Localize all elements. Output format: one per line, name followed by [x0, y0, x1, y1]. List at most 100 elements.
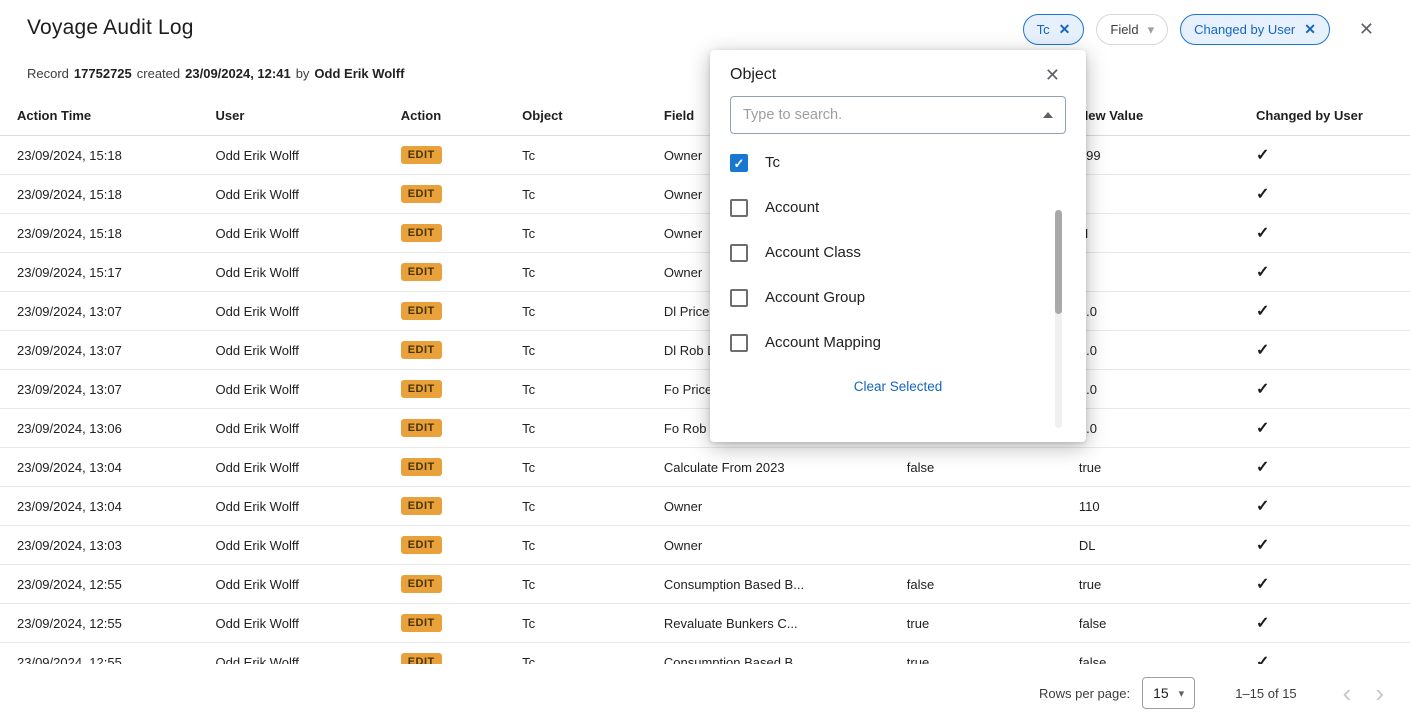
chevron-down-icon[interactable]: ▾ — [1148, 22, 1155, 38]
cell-action-time: 23/09/2024, 15:17 — [0, 253, 208, 292]
cell-new-value: 0.0 — [1071, 331, 1248, 370]
cell-action: EDIT — [393, 175, 514, 214]
cell-new-value: false — [1071, 604, 1248, 643]
table-row[interactable]: 23/09/2024, 12:55 Odd Erik Wolff EDIT Tc… — [0, 604, 1410, 643]
cell-action: EDIT — [393, 214, 514, 253]
rows-per-page-select[interactable]: 15 ▾ — [1142, 677, 1195, 709]
previous-page-button[interactable]: ‹ — [1331, 680, 1364, 706]
filter-chip[interactable]: Field ▾ — [1096, 14, 1168, 45]
cell-action-time: 23/09/2024, 15:18 — [0, 136, 208, 175]
clear-selected-button[interactable]: Clear Selected — [848, 378, 949, 395]
column-header: New Value — [1071, 97, 1248, 136]
close-icon[interactable]: ✕ — [1039, 66, 1066, 84]
checkbox-icon[interactable] — [730, 334, 748, 352]
close-icon[interactable]: ✕ — [1359, 20, 1374, 38]
checkbox-icon[interactable] — [730, 199, 748, 217]
check-icon: ✓ — [1256, 342, 1269, 359]
check-icon: ✓ — [1256, 225, 1269, 242]
close-icon[interactable]: ✕ — [1304, 21, 1316, 38]
cell-user: Odd Erik Wolff — [208, 448, 393, 487]
cell-field: Owner — [656, 487, 899, 526]
filter-chip[interactable]: Tc ✕ — [1023, 14, 1085, 45]
cell-action: EDIT — [393, 253, 514, 292]
cell-changed-by-user: ✓ — [1248, 370, 1410, 409]
search-input[interactable] — [730, 96, 1066, 134]
next-page-button[interactable]: › — [1363, 680, 1396, 706]
table-body: 23/09/2024, 15:18 Odd Erik Wolff EDIT Tc… — [0, 136, 1410, 721]
cell-user: Odd Erik Wolff — [208, 253, 393, 292]
table-row[interactable]: 23/09/2024, 13:07 Odd Erik Wolff EDIT Tc… — [0, 292, 1410, 331]
cell-action-time: 23/09/2024, 13:04 — [0, 448, 208, 487]
cell-user: Odd Erik Wolff — [208, 604, 393, 643]
filter-chip[interactable]: Changed by User ✕ — [1180, 14, 1330, 45]
cell-user: Odd Erik Wolff — [208, 565, 393, 604]
object-option[interactable]: ✓ Tc — [730, 140, 1066, 185]
table-row[interactable]: 23/09/2024, 13:03 Odd Erik Wolff EDIT Tc… — [0, 526, 1410, 565]
cell-action-time: 23/09/2024, 15:18 — [0, 175, 208, 214]
cell-new-value: H — [1071, 214, 1248, 253]
cell-changed-by-user: ✓ — [1248, 526, 1410, 565]
checkbox-icon[interactable] — [730, 244, 748, 262]
action-edit-badge: EDIT — [401, 575, 442, 593]
cell-object: Tc — [514, 136, 656, 175]
cell-action: EDIT — [393, 370, 514, 409]
table-row[interactable]: 23/09/2024, 15:17 Odd Erik Wolff EDIT Tc… — [0, 253, 1410, 292]
cell-object: Tc — [514, 214, 656, 253]
record-author: Odd Erik Wolff — [314, 66, 404, 81]
cell-action: EDIT — [393, 526, 514, 565]
cell-old-value: false — [899, 565, 1071, 604]
action-edit-badge: EDIT — [401, 497, 442, 515]
object-option-label: Tc — [765, 154, 780, 171]
checkbox-icon[interactable] — [730, 289, 748, 307]
cell-action: EDIT — [393, 409, 514, 448]
cell-object: Tc — [514, 604, 656, 643]
object-option[interactable]: Account Group — [730, 275, 1066, 320]
table-row[interactable]: 23/09/2024, 13:06 Odd Erik Wolff EDIT Tc… — [0, 409, 1410, 448]
action-edit-badge: EDIT — [401, 419, 442, 437]
action-edit-badge: EDIT — [401, 185, 442, 203]
close-icon[interactable]: ✕ — [1059, 21, 1071, 38]
cell-old-value — [899, 487, 1071, 526]
cell-action-time: 23/09/2024, 15:18 — [0, 214, 208, 253]
object-option[interactable]: Account — [730, 185, 1066, 230]
column-header: Object — [514, 97, 656, 136]
record-prefix: Record — [27, 66, 69, 81]
table-row[interactable]: 23/09/2024, 15:18 Odd Erik Wolff EDIT Tc… — [0, 136, 1410, 175]
column-header: Action — [393, 97, 514, 136]
table-row[interactable]: 23/09/2024, 12:55 Odd Erik Wolff EDIT Tc… — [0, 565, 1410, 604]
cell-object: Tc — [514, 448, 656, 487]
cell-action: EDIT — [393, 331, 514, 370]
check-icon: ✓ — [1256, 498, 1269, 515]
cell-field: Revaluate Bunkers C... — [656, 604, 899, 643]
table-row[interactable]: 23/09/2024, 13:04 Odd Erik Wolff EDIT Tc… — [0, 487, 1410, 526]
table-row[interactable]: 23/09/2024, 13:07 Odd Erik Wolff EDIT Tc… — [0, 331, 1410, 370]
cell-user: Odd Erik Wolff — [208, 214, 393, 253]
table-row[interactable]: 23/09/2024, 13:04 Odd Erik Wolff EDIT Tc… — [0, 448, 1410, 487]
cell-changed-by-user: ✓ — [1248, 175, 1410, 214]
scrollbar-thumb[interactable] — [1055, 210, 1062, 314]
check-icon: ✓ — [1256, 186, 1269, 203]
chevron-up-icon[interactable] — [1043, 112, 1053, 118]
check-icon: ✓ — [1256, 537, 1269, 554]
record-created-word: created — [137, 66, 180, 81]
chevron-down-icon: ▾ — [1179, 687, 1185, 700]
cell-user: Odd Erik Wolff — [208, 136, 393, 175]
scrollbar[interactable] — [1055, 210, 1062, 428]
filter-chip-label: Changed by User — [1194, 22, 1295, 37]
check-icon: ✓ — [1256, 303, 1269, 320]
check-icon: ✓ — [1256, 576, 1269, 593]
cell-action: EDIT — [393, 565, 514, 604]
cell-new-value: true — [1071, 565, 1248, 604]
table-row[interactable]: 23/09/2024, 13:07 Odd Erik Wolff EDIT Tc… — [0, 370, 1410, 409]
table-row[interactable]: 23/09/2024, 15:18 Odd Erik Wolff EDIT Tc… — [0, 214, 1410, 253]
popup-title: Object — [730, 66, 776, 84]
checkbox-icon[interactable]: ✓ — [730, 154, 748, 172]
cell-changed-by-user: ✓ — [1248, 136, 1410, 175]
table-row[interactable]: 23/09/2024, 15:18 Odd Erik Wolff EDIT Tc… — [0, 175, 1410, 214]
cell-object: Tc — [514, 331, 656, 370]
object-option[interactable]: Account Mapping — [730, 320, 1066, 364]
cell-changed-by-user: ✓ — [1248, 331, 1410, 370]
object-option[interactable]: Account Class — [730, 230, 1066, 275]
cell-changed-by-user: ✓ — [1248, 448, 1410, 487]
cell-action-time: 23/09/2024, 13:07 — [0, 331, 208, 370]
